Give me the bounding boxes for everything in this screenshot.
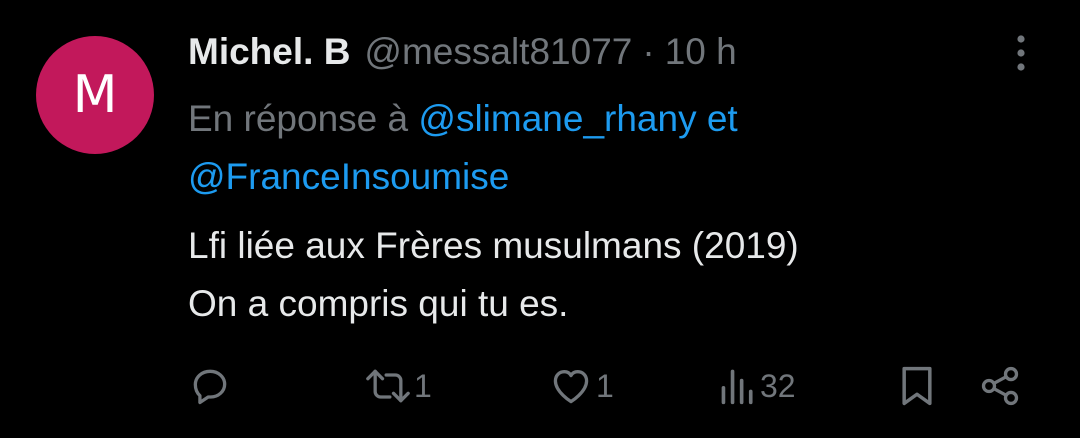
avatar-letter: M xyxy=(72,65,118,125)
more-options-button[interactable] xyxy=(1004,30,1038,76)
views-button[interactable]: 32 xyxy=(718,356,796,416)
reply-button[interactable] xyxy=(188,356,232,416)
separator-dot: · xyxy=(642,31,655,72)
author-handle[interactable]: @messalt81077 xyxy=(364,31,632,73)
heart-icon xyxy=(553,370,589,404)
more-vertical-icon xyxy=(1017,35,1025,71)
action-bar: 1 1 32 xyxy=(0,356,1080,416)
tweet-text: Lfi liée aux Frères musulmans (2019) On … xyxy=(188,217,1048,333)
tweet-text-line: On a compris qui tu es. xyxy=(188,283,569,324)
views-icon xyxy=(721,369,753,405)
reply-icon xyxy=(193,369,227,405)
reply-context: En réponse à @slimane_rhany et @FranceIn… xyxy=(188,90,1008,206)
reply-prefix: En réponse à xyxy=(188,98,409,139)
tweet[interactable]: M Michel. B @messalt81077 · 10 h En répo… xyxy=(0,0,1080,438)
reply-conjunction[interactable]: et xyxy=(707,98,738,139)
like-count: 1 xyxy=(596,367,614,404)
retweet-button[interactable]: 1 xyxy=(364,356,432,416)
author-name[interactable]: Michel. B xyxy=(188,31,350,73)
bookmark-button[interactable] xyxy=(898,356,936,416)
tweet-header: Michel. B @messalt81077 · 10 h xyxy=(188,28,737,76)
share-button[interactable] xyxy=(978,356,1022,416)
mention-link[interactable]: @FranceInsoumise xyxy=(188,156,509,197)
retweet-icon xyxy=(366,369,410,403)
like-button[interactable]: 1 xyxy=(548,356,614,416)
tweet-text-line: Lfi liée aux Frères musulmans (2019) xyxy=(188,225,799,266)
avatar[interactable]: M xyxy=(36,36,154,154)
retweet-count: 1 xyxy=(414,367,432,404)
views-count: 32 xyxy=(760,367,796,404)
timestamp[interactable]: 10 h xyxy=(665,31,737,73)
mention-link[interactable]: @slimane_rhany xyxy=(418,98,696,139)
share-icon xyxy=(981,366,1019,406)
bookmark-icon xyxy=(902,366,932,406)
